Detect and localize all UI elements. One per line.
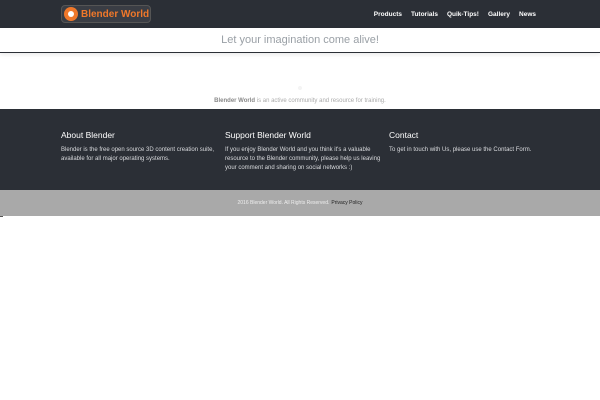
footer-support: Support Blender World If you enjoy Blend… (225, 130, 381, 173)
nav-item-tutorials[interactable]: Tutorials (411, 11, 438, 18)
footer-about-title: About Blender (61, 130, 115, 140)
nav-item-gallery[interactable]: Gallery (488, 11, 510, 18)
footer-about-body: Blender is the free open source 3D conte… (61, 147, 215, 162)
main-nav: Products Tutorials Quik-Tips! Gallery Ne… (374, 0, 536, 28)
edge-marker (0, 216, 3, 217)
footer-contact-title: Contact (389, 130, 419, 140)
copyright-text: 2016 Blender World. All Rights Reserved. (237, 200, 330, 206)
intro-text: Blender World is an active community and… (0, 98, 600, 104)
nav-item-products[interactable]: Products (374, 11, 402, 18)
decorative-dot (298, 86, 302, 90)
site-logo[interactable]: Blender World (61, 5, 151, 23)
top-navigation-bar: Blender World Products Tutorials Quik-Ti… (0, 0, 600, 28)
intro-brand: Blender World (214, 98, 256, 104)
intro-description: is an active community and resource for … (255, 98, 386, 104)
copyright-bar: 2016 Blender World. All Rights Reserved.… (0, 190, 600, 216)
nav-item-quik-tips[interactable]: Quik-Tips! (447, 11, 479, 18)
tagline-banner: Let your imagination come alive! (0, 28, 600, 53)
privacy-policy-link[interactable]: Privacy Policy (331, 200, 362, 206)
tagline-text: Let your imagination come alive! (221, 34, 379, 46)
footer-contact-body: To get in touch with Us, please use the … (389, 147, 532, 153)
footer-contact: Contact To get in touch with Us, please … (389, 130, 545, 155)
footer-support-title: Support Blender World (225, 130, 311, 140)
nav-item-news[interactable]: News (519, 11, 536, 18)
logo-text: Blender World (81, 8, 150, 20)
footer: About Blender Blender is the free open s… (0, 109, 600, 190)
footer-about: About Blender Blender is the free open s… (61, 130, 217, 164)
blender-logo-icon (64, 7, 78, 21)
footer-support-body: If you enjoy Blender World and you think… (225, 147, 381, 171)
